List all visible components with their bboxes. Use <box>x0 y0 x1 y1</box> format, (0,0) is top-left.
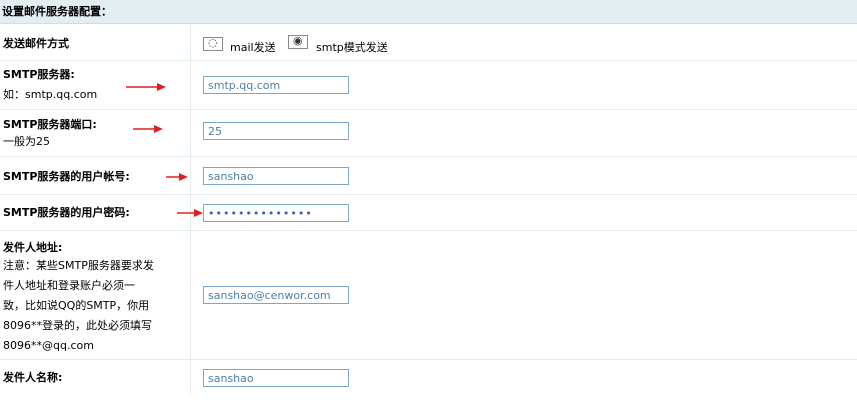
smtp-radio-label: smtp模式发送 <box>316 41 388 54</box>
sender-name-field-cell <box>192 360 857 395</box>
section-header: 设置邮件服务器配置： <box>0 0 857 24</box>
smtp-password-label-cell: SMTP服务器的用户密码: <box>0 195 203 230</box>
radio-checked-icon: ◉ <box>293 34 303 47</box>
send-method-field-cell: ◌ mail发送 ◉ smtp模式发送 <box>192 25 857 60</box>
red-arrow-icon <box>133 125 163 133</box>
mail-radio-label: mail发送 <box>230 41 276 54</box>
note-line: 件人地址和登录账户必须一 <box>3 279 135 292</box>
note-line: 8096**@qq.com <box>3 339 94 352</box>
smtp-server-label-cell: SMTP服务器: 如：smtp.qq.com <box>0 61 191 109</box>
sender-name-label-cell: 发件人名称: <box>0 360 191 395</box>
sender-name-input[interactable] <box>203 369 349 387</box>
send-method-label: 发送邮件方式 <box>3 37 69 50</box>
red-arrow-icon <box>126 83 166 91</box>
sender-name-label: 发件人名称: <box>3 371 63 384</box>
smtp-user-label-cell: SMTP服务器的用户帐号: <box>0 157 191 194</box>
smtp-server-row: SMTP服务器: 如：smtp.qq.com <box>0 61 857 110</box>
smtp-port-row: SMTP服务器端口: 一般为25 <box>0 110 857 157</box>
sender-name-row: 发件人名称: <box>0 360 857 395</box>
smtp-user-field-cell <box>192 157 857 194</box>
red-arrow-icon <box>166 173 188 181</box>
smtp-port-hint: 一般为25 <box>3 135 50 148</box>
smtp-user-row: SMTP服务器的用户帐号: <box>0 157 857 195</box>
note-line: 致，比如说QQ的SMTP，你用 <box>3 299 150 312</box>
sender-address-row: 发件人地址: 注意：某些SMTP服务器要求发 件人地址和登录账户必须一 致，比如… <box>0 231 857 360</box>
smtp-server-input[interactable] <box>203 76 349 94</box>
smtp-user-label: SMTP服务器的用户帐号: <box>3 170 130 183</box>
send-method-label-cell: 发送邮件方式 <box>0 25 191 60</box>
smtp-password-input[interactable] <box>203 204 349 222</box>
smtp-radio[interactable]: ◉ <box>288 34 308 49</box>
smtp-port-field-cell <box>192 110 857 156</box>
smtp-server-label: SMTP服务器: <box>3 68 75 81</box>
smtp-password-label: SMTP服务器的用户密码: <box>3 206 130 219</box>
smtp-port-label-cell: SMTP服务器端口: 一般为25 <box>0 110 191 156</box>
radio-unchecked-icon: ◌ <box>208 36 218 49</box>
sender-address-input[interactable] <box>203 286 349 304</box>
smtp-password-row: SMTP服务器的用户密码: <box>0 195 857 231</box>
note-line: 8096**登录的，此处必须填写 <box>3 319 152 332</box>
send-method-row: 发送邮件方式 ◌ mail发送 ◉ smtp模式发送 <box>0 25 857 61</box>
smtp-server-hint: 如：smtp.qq.com <box>3 88 98 101</box>
smtp-password-field-cell <box>192 195 857 230</box>
smtp-user-input[interactable] <box>203 167 349 185</box>
sender-address-label: 发件人地址: <box>3 241 63 254</box>
smtp-server-field-cell <box>192 61 857 109</box>
sender-address-label-cell: 发件人地址: 注意：某些SMTP服务器要求发 件人地址和登录账户必须一 致，比如… <box>0 231 191 359</box>
smtp-port-label: SMTP服务器端口: <box>3 118 97 131</box>
mail-radio[interactable]: ◌ <box>203 36 223 51</box>
note-line: 注意：某些SMTP服务器要求发 <box>3 259 154 272</box>
sender-address-field-cell <box>192 231 857 359</box>
sender-address-note: 注意：某些SMTP服务器要求发 件人地址和登录账户必须一 致，比如说QQ的SMT… <box>3 256 154 356</box>
smtp-port-input[interactable] <box>203 122 349 140</box>
